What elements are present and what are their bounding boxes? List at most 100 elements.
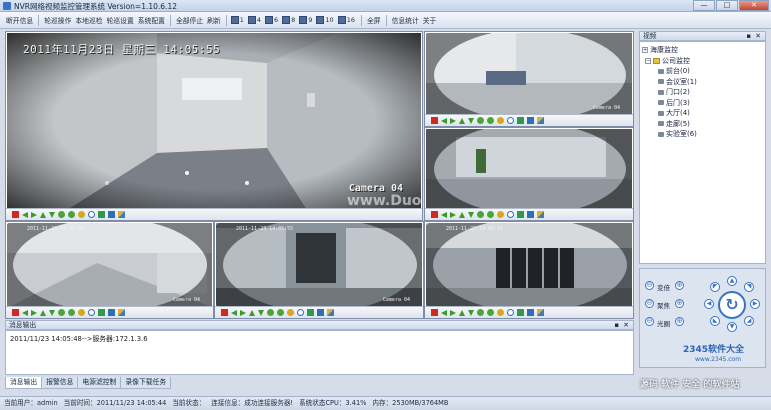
- camera-feed[interactable]: [426, 129, 632, 208]
- snapshot-icon[interactable]: [98, 211, 105, 218]
- layout-grid-icon[interactable]: [265, 16, 273, 24]
- snapshot-icon[interactable]: [517, 211, 524, 218]
- tree-node-camera[interactable]: 会议室(1): [642, 77, 763, 88]
- iris-plus-icon[interactable]: ⊕: [675, 317, 684, 326]
- close-panel-icon[interactable]: ✕: [755, 32, 761, 40]
- toolbar-system-config[interactable]: 系统配置: [136, 14, 167, 26]
- arrow-right-icon[interactable]: [240, 309, 246, 316]
- layout-10[interactable]: 10: [325, 16, 333, 24]
- layout-4[interactable]: 4: [257, 16, 261, 24]
- layout-16[interactable]: 16: [347, 16, 355, 24]
- arrow-right-icon[interactable]: [450, 211, 456, 218]
- ptz-up-icon[interactable]: ▲: [727, 276, 737, 286]
- video-viewport-3[interactable]: [424, 127, 634, 221]
- record-clock-icon[interactable]: [507, 309, 514, 316]
- minimize-button[interactable]: —: [693, 0, 715, 11]
- tree-node-camera[interactable]: 大厅(4): [642, 108, 763, 119]
- camera-feed[interactable]: 2011-11-23 14:05:55 Camera 04: [7, 223, 212, 306]
- tab-power-control[interactable]: 电源滤控制: [77, 377, 122, 389]
- toolbar-refresh[interactable]: 刷新: [205, 14, 223, 26]
- zoom-out-icon[interactable]: [68, 211, 75, 218]
- zoom-in-icon[interactable]: [58, 211, 65, 218]
- iris-minus-icon[interactable]: ⊖: [645, 317, 654, 326]
- focus-icon[interactable]: [78, 211, 85, 218]
- snapshot-icon[interactable]: [517, 309, 524, 316]
- focus-icon[interactable]: [497, 309, 504, 316]
- zoom-plus-icon[interactable]: ⊕: [675, 281, 684, 290]
- settings-menu-icon[interactable]: [118, 211, 125, 218]
- ptz-auto-rotate-icon[interactable]: ↻: [718, 291, 746, 319]
- toolbar-about[interactable]: 关于: [421, 14, 439, 26]
- tree-node-camera[interactable]: 实验室(6): [642, 129, 763, 140]
- arrow-up-icon[interactable]: [40, 211, 46, 218]
- toolbar-statistics[interactable]: 信息统计: [390, 14, 421, 26]
- tree-node-camera[interactable]: 前台(0): [642, 66, 763, 77]
- tab-record-download[interactable]: 录像下载任务: [120, 377, 172, 389]
- layout-8[interactable]: 8: [291, 16, 295, 24]
- zoom-out-icon[interactable]: [487, 117, 494, 124]
- layout-6[interactable]: 6: [274, 16, 278, 24]
- ptz-down-left-icon[interactable]: ◣: [710, 316, 720, 326]
- layout-grid-icon[interactable]: [230, 16, 239, 24]
- arrow-down-icon[interactable]: [468, 309, 474, 316]
- close-panel-icon[interactable]: ✕: [623, 321, 629, 329]
- zoom-out-icon[interactable]: [487, 309, 494, 316]
- snapshot-icon[interactable]: [98, 309, 105, 316]
- arrow-up-icon[interactable]: [459, 117, 465, 124]
- focus-icon[interactable]: [497, 211, 504, 218]
- video-viewport-main[interactable]: 2011年11月23日 星期三 14:05:55 Camera 04 www.D…: [5, 31, 423, 221]
- maximize-button[interactable]: □: [716, 0, 738, 11]
- camera-feed[interactable]: 2011年11月23日 星期三 14:05:55 Camera 04 www.D…: [7, 33, 421, 208]
- settings-menu-icon[interactable]: [537, 211, 544, 218]
- arrow-left-icon[interactable]: [22, 211, 28, 218]
- ptz-up-right-icon[interactable]: ◥: [744, 282, 754, 292]
- zoom-out-icon[interactable]: [487, 211, 494, 218]
- arrow-left-icon[interactable]: [231, 309, 237, 316]
- settings-menu-icon[interactable]: [327, 309, 334, 316]
- record-clock-icon[interactable]: [507, 117, 514, 124]
- camera-feed[interactable]: 2011-11-23 14:05:55 Camera 04: [216, 223, 422, 306]
- stop-icon[interactable]: [12, 309, 19, 316]
- arrow-down-icon[interactable]: [49, 211, 55, 218]
- record-clock-icon[interactable]: [88, 309, 95, 316]
- zoom-in-icon[interactable]: [267, 309, 274, 316]
- layout-grid-icon[interactable]: [247, 16, 256, 24]
- arrow-right-icon[interactable]: [450, 309, 456, 316]
- tree-node-root[interactable]: + 海康监控: [642, 45, 763, 56]
- zoom-in-icon[interactable]: [477, 117, 484, 124]
- arrow-up-icon[interactable]: [249, 309, 255, 316]
- arrow-down-icon[interactable]: [468, 211, 474, 218]
- pin-icon[interactable]: ▪: [746, 32, 751, 40]
- camera-feed[interactable]: Camera 04: [426, 33, 632, 114]
- focus-icon[interactable]: [287, 309, 294, 316]
- collapse-icon[interactable]: +: [642, 47, 648, 53]
- arrow-up-icon[interactable]: [40, 309, 46, 316]
- save-icon[interactable]: [317, 309, 324, 316]
- layout-1[interactable]: 1: [240, 16, 244, 24]
- expand-icon[interactable]: −: [645, 57, 651, 64]
- focus-icon[interactable]: [78, 309, 85, 316]
- zoom-in-icon[interactable]: [477, 309, 484, 316]
- arrow-right-icon[interactable]: [31, 309, 37, 316]
- save-icon[interactable]: [527, 117, 534, 124]
- stop-icon[interactable]: [431, 211, 438, 218]
- record-clock-icon[interactable]: [297, 309, 304, 316]
- tree-node-camera[interactable]: 后门(3): [642, 98, 763, 109]
- tree-node-camera[interactable]: 走廊(5): [642, 119, 763, 130]
- ptz-down-icon[interactable]: ▼: [727, 322, 737, 332]
- save-icon[interactable]: [108, 309, 115, 316]
- ptz-down-right-icon[interactable]: ◢: [744, 316, 754, 326]
- toolbar-local-inspect[interactable]: 本地巡检: [73, 14, 104, 26]
- snapshot-icon[interactable]: [517, 117, 524, 124]
- arrow-up-icon[interactable]: [459, 211, 465, 218]
- close-button[interactable]: ✕: [739, 0, 769, 11]
- focus-icon[interactable]: [497, 117, 504, 124]
- video-viewport-2[interactable]: Camera 04: [424, 31, 634, 127]
- video-viewport-6[interactable]: 2011-11-23 14:05:55: [424, 221, 634, 319]
- save-icon[interactable]: [527, 309, 534, 316]
- zoom-in-icon[interactable]: [58, 309, 65, 316]
- stop-icon[interactable]: [12, 211, 19, 218]
- focus-minus-icon[interactable]: ⊖: [645, 299, 654, 308]
- focus-plus-icon[interactable]: ⊕: [675, 299, 684, 308]
- zoom-minus-icon[interactable]: ⊖: [645, 281, 654, 290]
